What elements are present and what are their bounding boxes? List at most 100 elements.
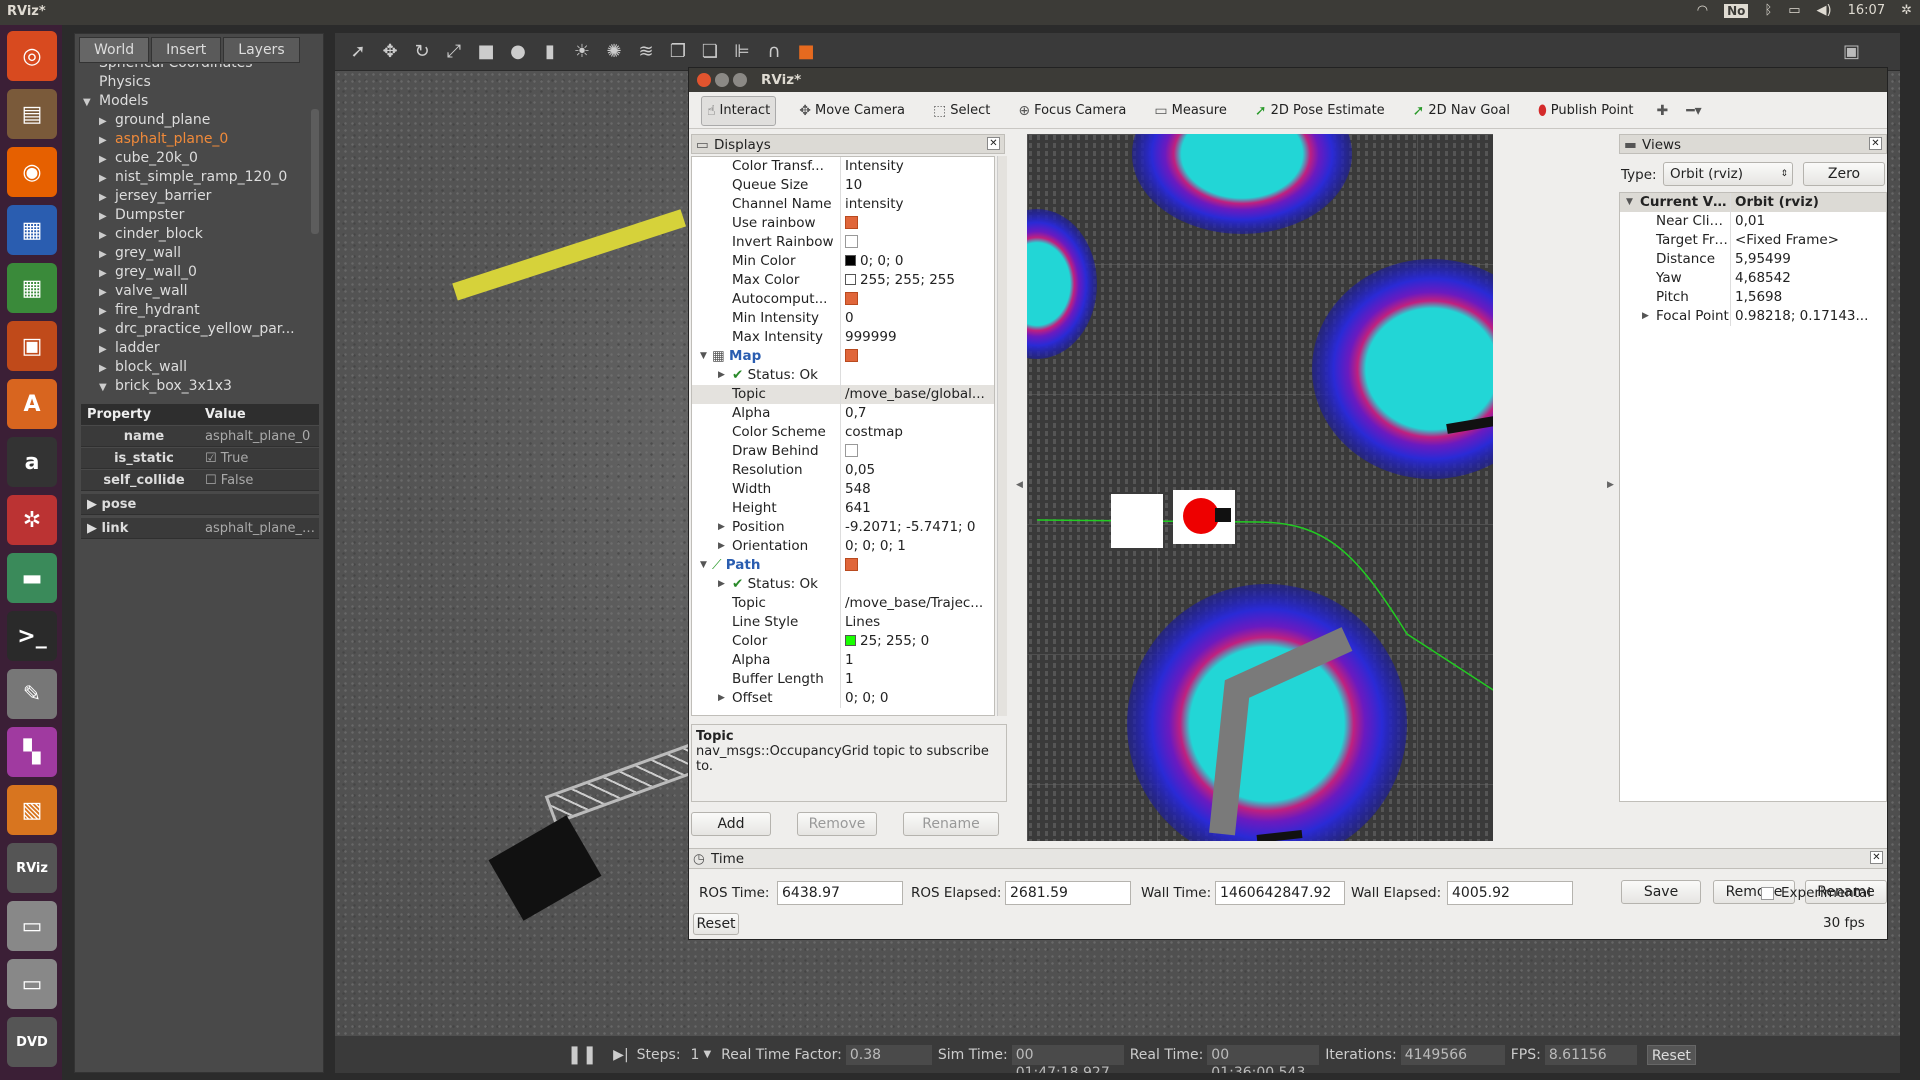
window-minimize-icon[interactable]: [715, 73, 729, 87]
right-panel-collapse-icon[interactable]: ▶: [1607, 480, 1614, 490]
property-row[interactable]: is_static ☑ True: [81, 448, 319, 469]
expand-arrow-icon[interactable]: ▶: [99, 359, 115, 378]
display-property-value[interactable]: /move_base/Trajec...: [840, 594, 994, 613]
display-property-row[interactable]: Autocomput...: [692, 290, 994, 309]
workspace-icon[interactable]: ▚: [7, 727, 57, 777]
map-checkbox[interactable]: [845, 349, 858, 362]
display-property-row[interactable]: Topic/move_base/global...: [692, 385, 994, 404]
view-property-row[interactable]: Yaw 4,68542: [1620, 269, 1886, 288]
tree-item[interactable]: ▶ asphalt_plane_0: [75, 130, 311, 149]
ubuntu-dash-icon[interactable]: ◎: [7, 31, 57, 81]
expand-arrow-icon[interactable]: ▶: [718, 575, 725, 594]
tab-layers[interactable]: Layers: [223, 37, 300, 63]
files-icon[interactable]: ▤: [7, 89, 57, 139]
tab-world[interactable]: World: [79, 37, 150, 63]
view-property-value[interactable]: 5,95499: [1730, 250, 1886, 269]
display-property-value[interactable]: 0,05: [840, 461, 994, 480]
display-property-value[interactable]: 255; 255; 255: [840, 271, 994, 290]
display-property-row[interactable]: Use rainbow: [692, 214, 994, 233]
disk2-icon[interactable]: ▭: [7, 959, 57, 1009]
display-property-value[interactable]: 0; 0; 0; 1: [840, 537, 994, 556]
displays-close-icon[interactable]: ✕: [987, 137, 1000, 150]
display-property-value[interactable]: 1: [840, 651, 994, 670]
tree-item[interactable]: ▶ ladder: [75, 339, 311, 358]
time-close-icon[interactable]: ✕: [1870, 851, 1883, 864]
tree-item[interactable]: ▼ Models: [75, 92, 311, 111]
add-tool-icon[interactable]: ✚: [1657, 103, 1669, 119]
window-maximize-icon[interactable]: [733, 73, 747, 87]
tree-item[interactable]: Physics: [75, 73, 311, 92]
rotate-icon[interactable]: ↻: [411, 41, 433, 63]
snap-icon[interactable]: ∩: [763, 41, 785, 63]
zero-view-button[interactable]: Zero: [1803, 162, 1885, 186]
copy-icon[interactable]: ❐: [667, 41, 689, 63]
display-property-value[interactable]: 1: [840, 670, 994, 689]
clock[interactable]: 16:07: [1848, 3, 1885, 18]
screenshot-camera-icon[interactable]: ▣: [1843, 41, 1860, 62]
tree-item[interactable]: ▶ fire_hydrant: [75, 301, 311, 320]
expand-arrow-icon[interactable]: ▶: [99, 283, 115, 302]
rviz-icon[interactable]: RViz: [7, 843, 57, 893]
view-property-value[interactable]: <Fixed Frame>: [1730, 231, 1886, 250]
display-property-value[interactable]: [840, 366, 994, 385]
display-property-value[interactable]: 0; 0; 0: [840, 689, 994, 708]
view-property-value[interactable]: 1,5698: [1730, 288, 1886, 307]
remove-display-button[interactable]: Remove: [797, 812, 877, 836]
tree-item[interactable]: ▶ cube_20k_0: [75, 149, 311, 168]
tree-item[interactable]: ▶ jersey_barrier: [75, 187, 311, 206]
tool-move-camera[interactable]: ✥ Move Camera: [794, 96, 910, 126]
display-property-row[interactable]: Alpha 1: [692, 651, 994, 670]
expand-arrow-icon[interactable]: ▶: [99, 131, 115, 150]
display-property-row[interactable]: Color 25; 255; 0: [692, 632, 994, 651]
display-property-value[interactable]: [840, 556, 994, 575]
expand-arrow-icon[interactable]: ▶: [99, 169, 115, 188]
display-property-row[interactable]: Min Intensity 0: [692, 309, 994, 328]
expand-arrow-icon[interactable]: ▶: [99, 150, 115, 169]
expand-arrow-icon[interactable]: ▶: [99, 112, 115, 131]
display-property-value[interactable]: 548: [840, 480, 994, 499]
expand-arrow-icon[interactable]: ▶: [99, 302, 115, 321]
display-property-row[interactable]: Topic/move_base/Trajec...: [692, 594, 994, 613]
tree-item[interactable]: ▶ grey_wall: [75, 244, 311, 263]
wall-elapsed-field[interactable]: 4005.92: [1447, 881, 1573, 905]
display-property-value[interactable]: [840, 214, 994, 233]
text-editor-icon[interactable]: ✎: [7, 669, 57, 719]
autocomput--checkbox[interactable]: [845, 292, 858, 305]
tool-publish-point[interactable]: ⬮ Publish Point: [1533, 96, 1639, 126]
collapse-arrow-icon[interactable]: ▼: [700, 347, 707, 366]
expand-arrow-icon[interactable]: ▶: [99, 264, 115, 283]
view-property-row[interactable]: Pitch 1,5698: [1620, 288, 1886, 307]
view-property-row[interactable]: Distance 5,95499: [1620, 250, 1886, 269]
self_collide-checkbox[interactable]: ☐: [205, 473, 221, 488]
expand-arrow-icon[interactable]: ▶: [1642, 307, 1649, 326]
view-property-value[interactable]: 4,68542: [1730, 269, 1886, 288]
display-property-value[interactable]: [840, 233, 994, 252]
tool-2d-pose-estimate[interactable]: ➚ 2D Pose Estimate: [1250, 96, 1390, 126]
is_static-checkbox[interactable]: ☑: [205, 451, 221, 466]
view-property-value[interactable]: Orbit (rviz): [1730, 193, 1886, 212]
display-property-value[interactable]: [840, 290, 994, 309]
settings-icon[interactable]: ✲: [7, 495, 57, 545]
impress-icon[interactable]: ▣: [7, 321, 57, 371]
tab-insert[interactable]: Insert: [151, 37, 222, 63]
view-property-value[interactable]: 0.98218; 0.17143...: [1730, 307, 1886, 326]
display-property-row[interactable]: Color Scheme costmap: [692, 423, 994, 442]
display-property-value[interactable]: Lines: [840, 613, 994, 632]
world-tree-scrollbar[interactable]: [311, 109, 319, 234]
tree-item[interactable]: ▶ valve_wall: [75, 282, 311, 301]
use-rainbow-checkbox[interactable]: [845, 216, 858, 229]
expand-arrow-icon[interactable]: ▶: [99, 321, 115, 340]
rename-display-button[interactable]: Rename: [903, 812, 999, 836]
spot-light-icon[interactable]: ✺: [603, 41, 625, 63]
terminal-icon[interactable]: >_: [7, 611, 57, 661]
select-arrow-icon[interactable]: ➚: [347, 41, 369, 63]
display-property-row[interactable]: Width 548: [692, 480, 994, 499]
property-row[interactable]: name asphalt_plane_0: [81, 426, 319, 447]
display-property-row[interactable]: Height 641: [692, 499, 994, 518]
translate-icon[interactable]: ✥: [379, 41, 401, 63]
wall-time-field[interactable]: 1460642847.92: [1215, 881, 1345, 905]
display-property-row[interactable]: ▶ ✔ Status: Ok: [692, 366, 994, 385]
change-view-icon[interactable]: ■: [795, 41, 817, 63]
display-property-row[interactable]: Channel Name intensity: [692, 195, 994, 214]
box-icon[interactable]: ▧: [7, 785, 57, 835]
